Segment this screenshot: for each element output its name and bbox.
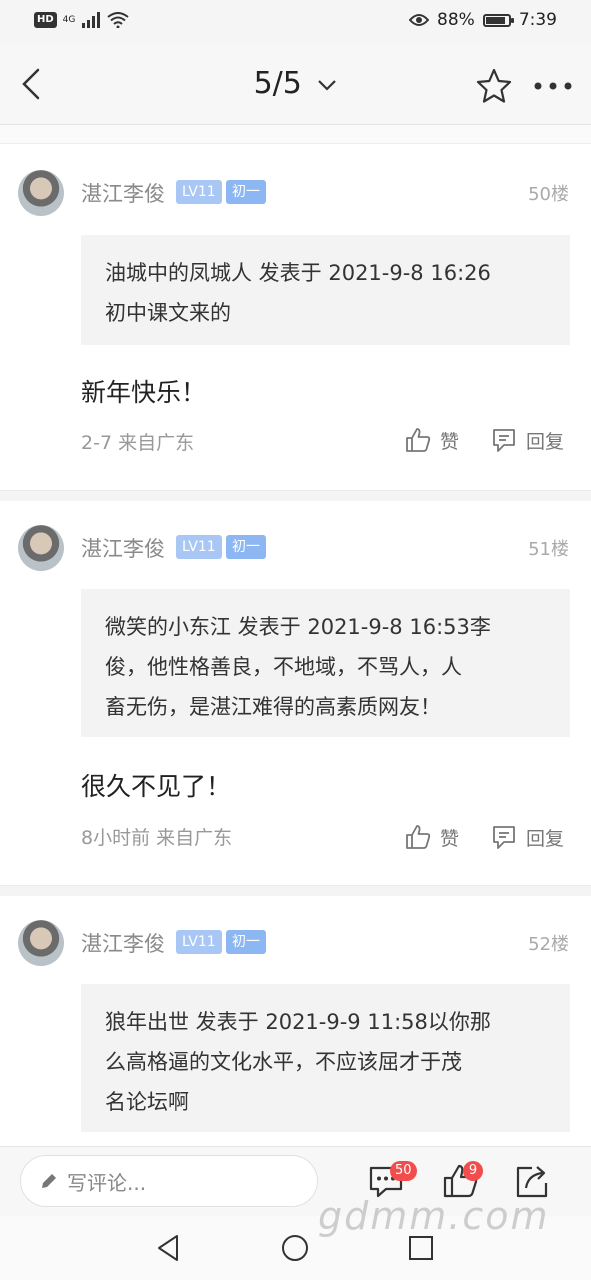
username[interactable]: 湛江李俊 [81, 178, 165, 208]
page-indicator: 5/5 [253, 66, 302, 101]
star-icon[interactable] [474, 66, 514, 106]
quote-line: 名论坛啊 [105, 1090, 189, 1114]
battery-percent: 88% [437, 10, 475, 30]
comment-count-badge: 50 [390, 1161, 417, 1181]
hd-badge: HD [34, 12, 57, 28]
quote-block: 微笑的小东江 发表于 2021-9-8 16:53李 俊，他性格善良，不地域，不… [81, 589, 570, 737]
reply-post: 湛江李俊 LV11 初一 51楼 微笑的小东江 发表于 2021-9-8 16:… [0, 501, 591, 885]
network-type: 4G [62, 14, 76, 25]
like-label: 赞 [440, 430, 460, 453]
like-button[interactable]: 赞 [404, 823, 459, 851]
eye-comfort-icon [409, 14, 430, 26]
level-badge: LV11 [176, 535, 222, 559]
status-right: 88% 7:39 [409, 10, 557, 30]
thumbs-up-icon [406, 825, 431, 849]
top-nav-bar: 5/5 [0, 44, 591, 125]
watermark: gdmm.com [318, 1194, 550, 1238]
reply-button[interactable]: 回复 [490, 823, 564, 851]
quote-block: 油城中的凤城人 发表于 2021-9-8 16:26 初中课文来的 [81, 235, 570, 345]
divider [0, 125, 591, 144]
nav-home-icon[interactable] [279, 1232, 311, 1264]
battery-icon [482, 13, 514, 27]
pencil-icon [42, 1174, 56, 1188]
quote-line: 狼年出世 发表于 2021-9-9 11:58以你那 [105, 1010, 491, 1034]
battery-fill [485, 16, 505, 24]
comment-placeholder: 写评论... [67, 1170, 147, 1195]
quote-line: 微笑的小东江 发表于 2021-9-8 16:53李 [105, 615, 491, 639]
clock: 7:39 [518, 10, 557, 30]
username[interactable]: 湛江李俊 [81, 533, 165, 563]
avatar[interactable] [18, 525, 64, 571]
reply-post: 湛江李俊 LV11 初一 50楼 油城中的凤城人 发表于 2021-9-8 16… [0, 146, 591, 498]
status-bar: HD 4G 88% 7:39 [0, 0, 591, 44]
avatar[interactable] [18, 920, 64, 966]
reply-post: 湛江李俊 LV11 初一 52楼 狼年出世 发表于 2021-9-9 11:58… [0, 896, 591, 1146]
level-badge: LV11 [176, 180, 222, 204]
post-content: 很久不见了！ [81, 772, 232, 801]
quote-line: 初中课文来的 [105, 301, 231, 325]
post-content: 新年快乐！ [81, 378, 207, 407]
more-icon[interactable] [530, 66, 576, 106]
quote-block: 狼年出世 发表于 2021-9-9 11:58以你那 么高格逼的文化水平，不应该… [81, 984, 570, 1132]
comment-input[interactable]: 写评论... [20, 1155, 318, 1207]
signal-icon [82, 12, 101, 28]
comment-icon [493, 826, 515, 849]
reply-label: 回复 [526, 827, 565, 850]
post-meta: 2-7 来自广东 [81, 432, 195, 454]
like-label: 赞 [440, 827, 460, 850]
divider [0, 885, 591, 896]
thumbs-up-icon [406, 428, 431, 452]
wifi-icon [107, 12, 129, 28]
comment-icon [493, 429, 515, 452]
rank-badge: 初一 [226, 930, 266, 954]
quote-line: 么高格逼的文化水平，不应该屈才于茂 [105, 1050, 462, 1074]
post-meta: 8小时前 来自广东 [81, 827, 233, 849]
divider [0, 490, 591, 501]
quote-line: 俊，他性格善良，不地域，不骂人，人 [105, 655, 462, 679]
like-button[interactable]: 赞 [404, 426, 459, 454]
reply-label: 回复 [526, 430, 565, 453]
quote-line: 油城中的凤城人 发表于 2021-9-8 16:26 [105, 261, 491, 285]
floor-number: 50楼 [528, 184, 569, 205]
nav-back-icon[interactable] [153, 1232, 185, 1264]
quote-line: 畜无伤，是湛江难得的高素质网友！ [105, 695, 441, 719]
status-left: HD 4G [34, 12, 129, 28]
rank-badge: 初一 [226, 180, 266, 204]
reply-button[interactable]: 回复 [490, 426, 564, 454]
level-badge: LV11 [176, 930, 222, 954]
chevron-down-icon [318, 79, 337, 91]
floor-number: 52楼 [528, 934, 569, 955]
like-count-badge: 9 [463, 1161, 483, 1181]
floor-number: 51楼 [528, 539, 569, 560]
rank-badge: 初一 [226, 535, 266, 559]
avatar[interactable] [18, 170, 64, 216]
username[interactable]: 湛江李俊 [81, 928, 165, 958]
